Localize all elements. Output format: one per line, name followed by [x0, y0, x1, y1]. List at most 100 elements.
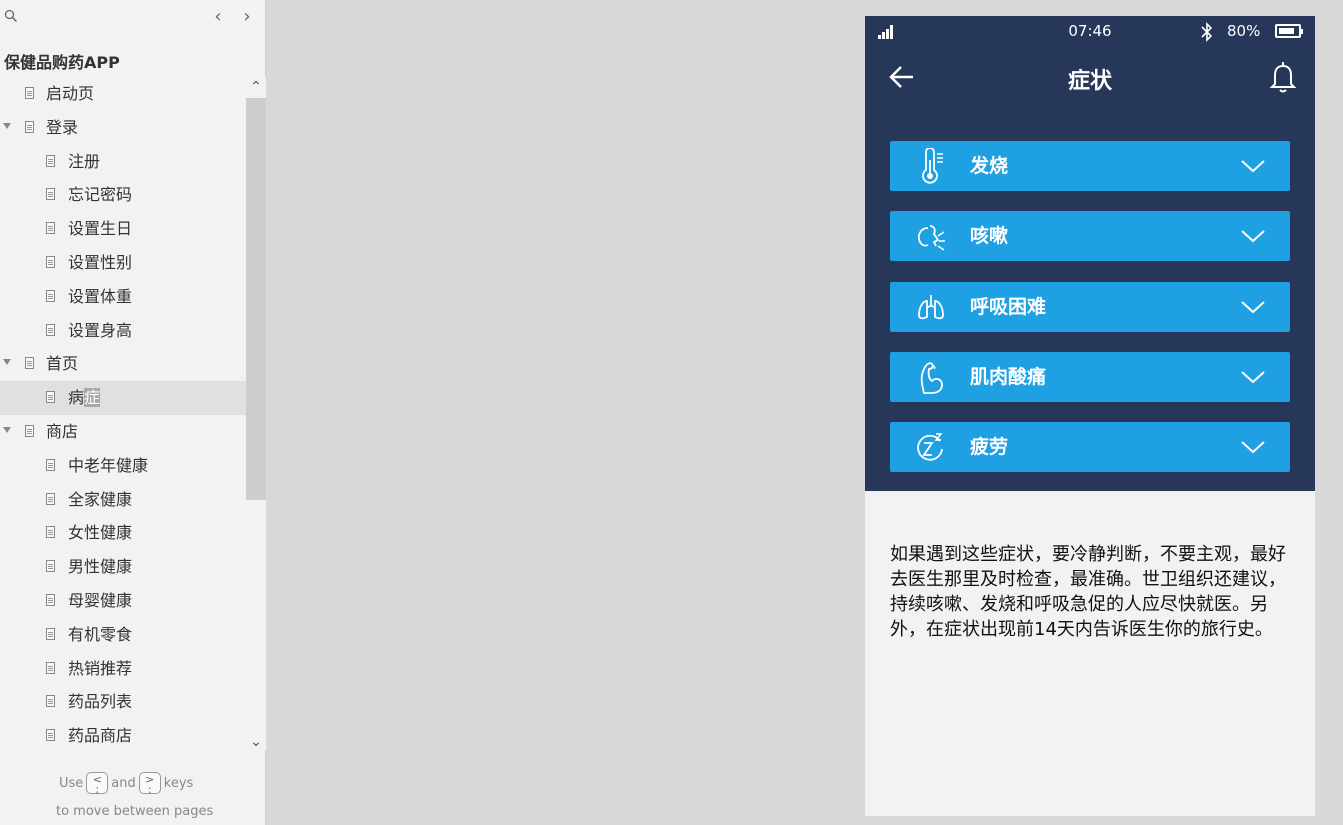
search-icon[interactable]: [4, 9, 18, 23]
sidebar-item[interactable]: 全家健康: [0, 483, 246, 517]
battery-icon: [1275, 24, 1303, 38]
bluetooth-icon: [1201, 22, 1213, 42]
sidebar-item-label: 热销推荐: [68, 658, 133, 678]
page-tree: 启动页登录注册忘记密码设置生日设置性别设置体重设置身高首页病症商店中老年健康全家…: [0, 77, 246, 750]
next-key-icon: >:: [138, 772, 161, 795]
sidebar-item[interactable]: 药品商店: [0, 719, 246, 750]
sidebar-item[interactable]: 启动页: [0, 77, 246, 111]
symptom-breathing-difficulty[interactable]: 呼吸困难: [890, 282, 1290, 332]
sidebar-item-label: 药品列表: [68, 692, 133, 712]
thermometer-icon: [922, 148, 943, 184]
previous-page-icon[interactable]: ‹: [208, 5, 228, 29]
sidebar-item[interactable]: 母婴健康: [0, 584, 246, 618]
sidebar-item[interactable]: 病症: [0, 381, 246, 415]
sidebar-item[interactable]: 忘记密码: [0, 178, 246, 212]
sidebar-item-label: 母婴健康: [68, 590, 133, 610]
symptom-label: 咳嗽: [970, 225, 1009, 247]
bell-icon[interactable]: [1269, 60, 1297, 94]
symptom-label: 发烧: [970, 155, 1009, 177]
hint-line2: to move between pages: [56, 804, 214, 819]
page-icon: [25, 424, 34, 437]
page-icon: [46, 458, 55, 471]
page-icon: [46, 729, 55, 742]
sidebar-item[interactable]: 热销推荐: [0, 652, 246, 686]
hint-and: and: [111, 775, 136, 791]
chevron-down-icon[interactable]: [1240, 158, 1266, 174]
page-icon: [46, 526, 55, 539]
sidebar-item[interactable]: 设置生日: [0, 212, 246, 246]
sidebar-item-label: 登录: [46, 117, 79, 137]
muscle-arm-icon: [920, 362, 943, 394]
sidebar-item-label: 首页: [46, 354, 79, 374]
page-title: 症状: [1067, 69, 1112, 94]
sidebar-item[interactable]: 登录: [0, 111, 246, 145]
sidebar-item[interactable]: 注册: [0, 145, 246, 179]
sidebar-item-label: 设置身高: [68, 320, 133, 340]
prev-key-icon: <;: [86, 772, 109, 795]
scroll-up-icon[interactable]: ⌃: [249, 80, 263, 94]
sidebar-toolbar: ‹ ›: [0, 0, 266, 34]
symptom-label: 肌肉酸痛: [970, 366, 1047, 388]
page-icon: [25, 357, 34, 370]
page-icon: [46, 661, 55, 674]
symptom-fever[interactable]: 发烧: [890, 141, 1290, 191]
project-title: 保健品购药APP: [4, 53, 120, 72]
chevron-down-icon[interactable]: [1240, 228, 1266, 244]
page-icon: [46, 222, 55, 235]
sidebar-item-label: 注册: [68, 151, 101, 171]
sidebar-item-label: 全家健康: [68, 489, 133, 509]
chevron-down-icon[interactable]: [1240, 439, 1266, 455]
sidebar-item[interactable]: 商店: [0, 415, 246, 449]
sidebar-item-label: 病症: [68, 388, 101, 408]
sidebar-item-label: 男性健康: [68, 557, 133, 577]
sidebar-item-label: 启动页: [46, 84, 95, 103]
hint-keys: keys: [163, 775, 194, 791]
expand-caret-icon[interactable]: [3, 359, 11, 366]
page-icon: [46, 154, 55, 167]
symptom-muscle-ache[interactable]: 肌肉酸痛: [890, 352, 1290, 402]
sidebar-item[interactable]: 药品列表: [0, 685, 246, 719]
page-icon: [46, 492, 55, 505]
chevron-down-icon[interactable]: [1240, 299, 1266, 315]
page-icon: [25, 120, 34, 133]
sidebar-item-label: 设置体重: [68, 286, 133, 306]
header-area: 07:46 80% 症状 发烧 咳嗽 呼吸困难 肌肉酸痛 疲劳: [865, 16, 1315, 491]
scrollbar-thumb[interactable]: [246, 98, 266, 500]
symptom-label: 呼吸困难: [970, 296, 1047, 318]
sidebar-item-label: 设置性别: [68, 252, 133, 272]
sidebar-item-label: 药品商店: [68, 726, 133, 746]
cough-icon: [917, 225, 945, 251]
page-icon: [46, 188, 55, 201]
sidebar-item[interactable]: 男性健康: [0, 550, 246, 584]
page-icon: [46, 289, 55, 302]
sidebar-item[interactable]: 设置身高: [0, 314, 246, 348]
sitemap-sidebar: ‹ › 保健品购药APP 启动页登录注册忘记密码设置生日设置性别设置体重设置身高…: [0, 0, 266, 825]
sidebar-item[interactable]: 设置性别: [0, 246, 246, 280]
page-icon: [46, 323, 55, 336]
chevron-down-icon[interactable]: [1240, 369, 1266, 385]
sleep-zz-icon: [917, 433, 943, 461]
scroll-down-icon[interactable]: ⌄: [249, 735, 263, 749]
page-icon: [25, 87, 34, 99]
sidebar-item[interactable]: 中老年健康: [0, 449, 246, 483]
lungs-icon: [918, 295, 944, 320]
page-icon: [46, 560, 55, 573]
expand-caret-icon[interactable]: [3, 426, 11, 433]
page-icon: [46, 695, 55, 708]
sidebar-item-label: 设置生日: [68, 219, 133, 239]
page-icon: [46, 391, 55, 404]
sidebar-item[interactable]: 有机零食: [0, 618, 246, 652]
sidebar-item-label: 忘记密码: [68, 185, 133, 205]
expand-caret-icon[interactable]: [3, 122, 11, 129]
sidebar-item[interactable]: 设置体重: [0, 280, 246, 314]
page-icon: [46, 593, 55, 606]
symptom-fatigue[interactable]: 疲劳: [890, 422, 1290, 472]
page-icon: [46, 255, 55, 268]
sidebar-item[interactable]: 女性健康: [0, 516, 246, 550]
page-icon: [46, 627, 55, 640]
sidebar-item[interactable]: 首页: [0, 347, 246, 381]
sidebar-item-label: 中老年健康: [68, 455, 149, 475]
next-page-icon[interactable]: ›: [237, 5, 257, 29]
symptom-cough[interactable]: 咳嗽: [890, 211, 1290, 261]
sidebar-item-label: 有机零食: [68, 624, 133, 644]
